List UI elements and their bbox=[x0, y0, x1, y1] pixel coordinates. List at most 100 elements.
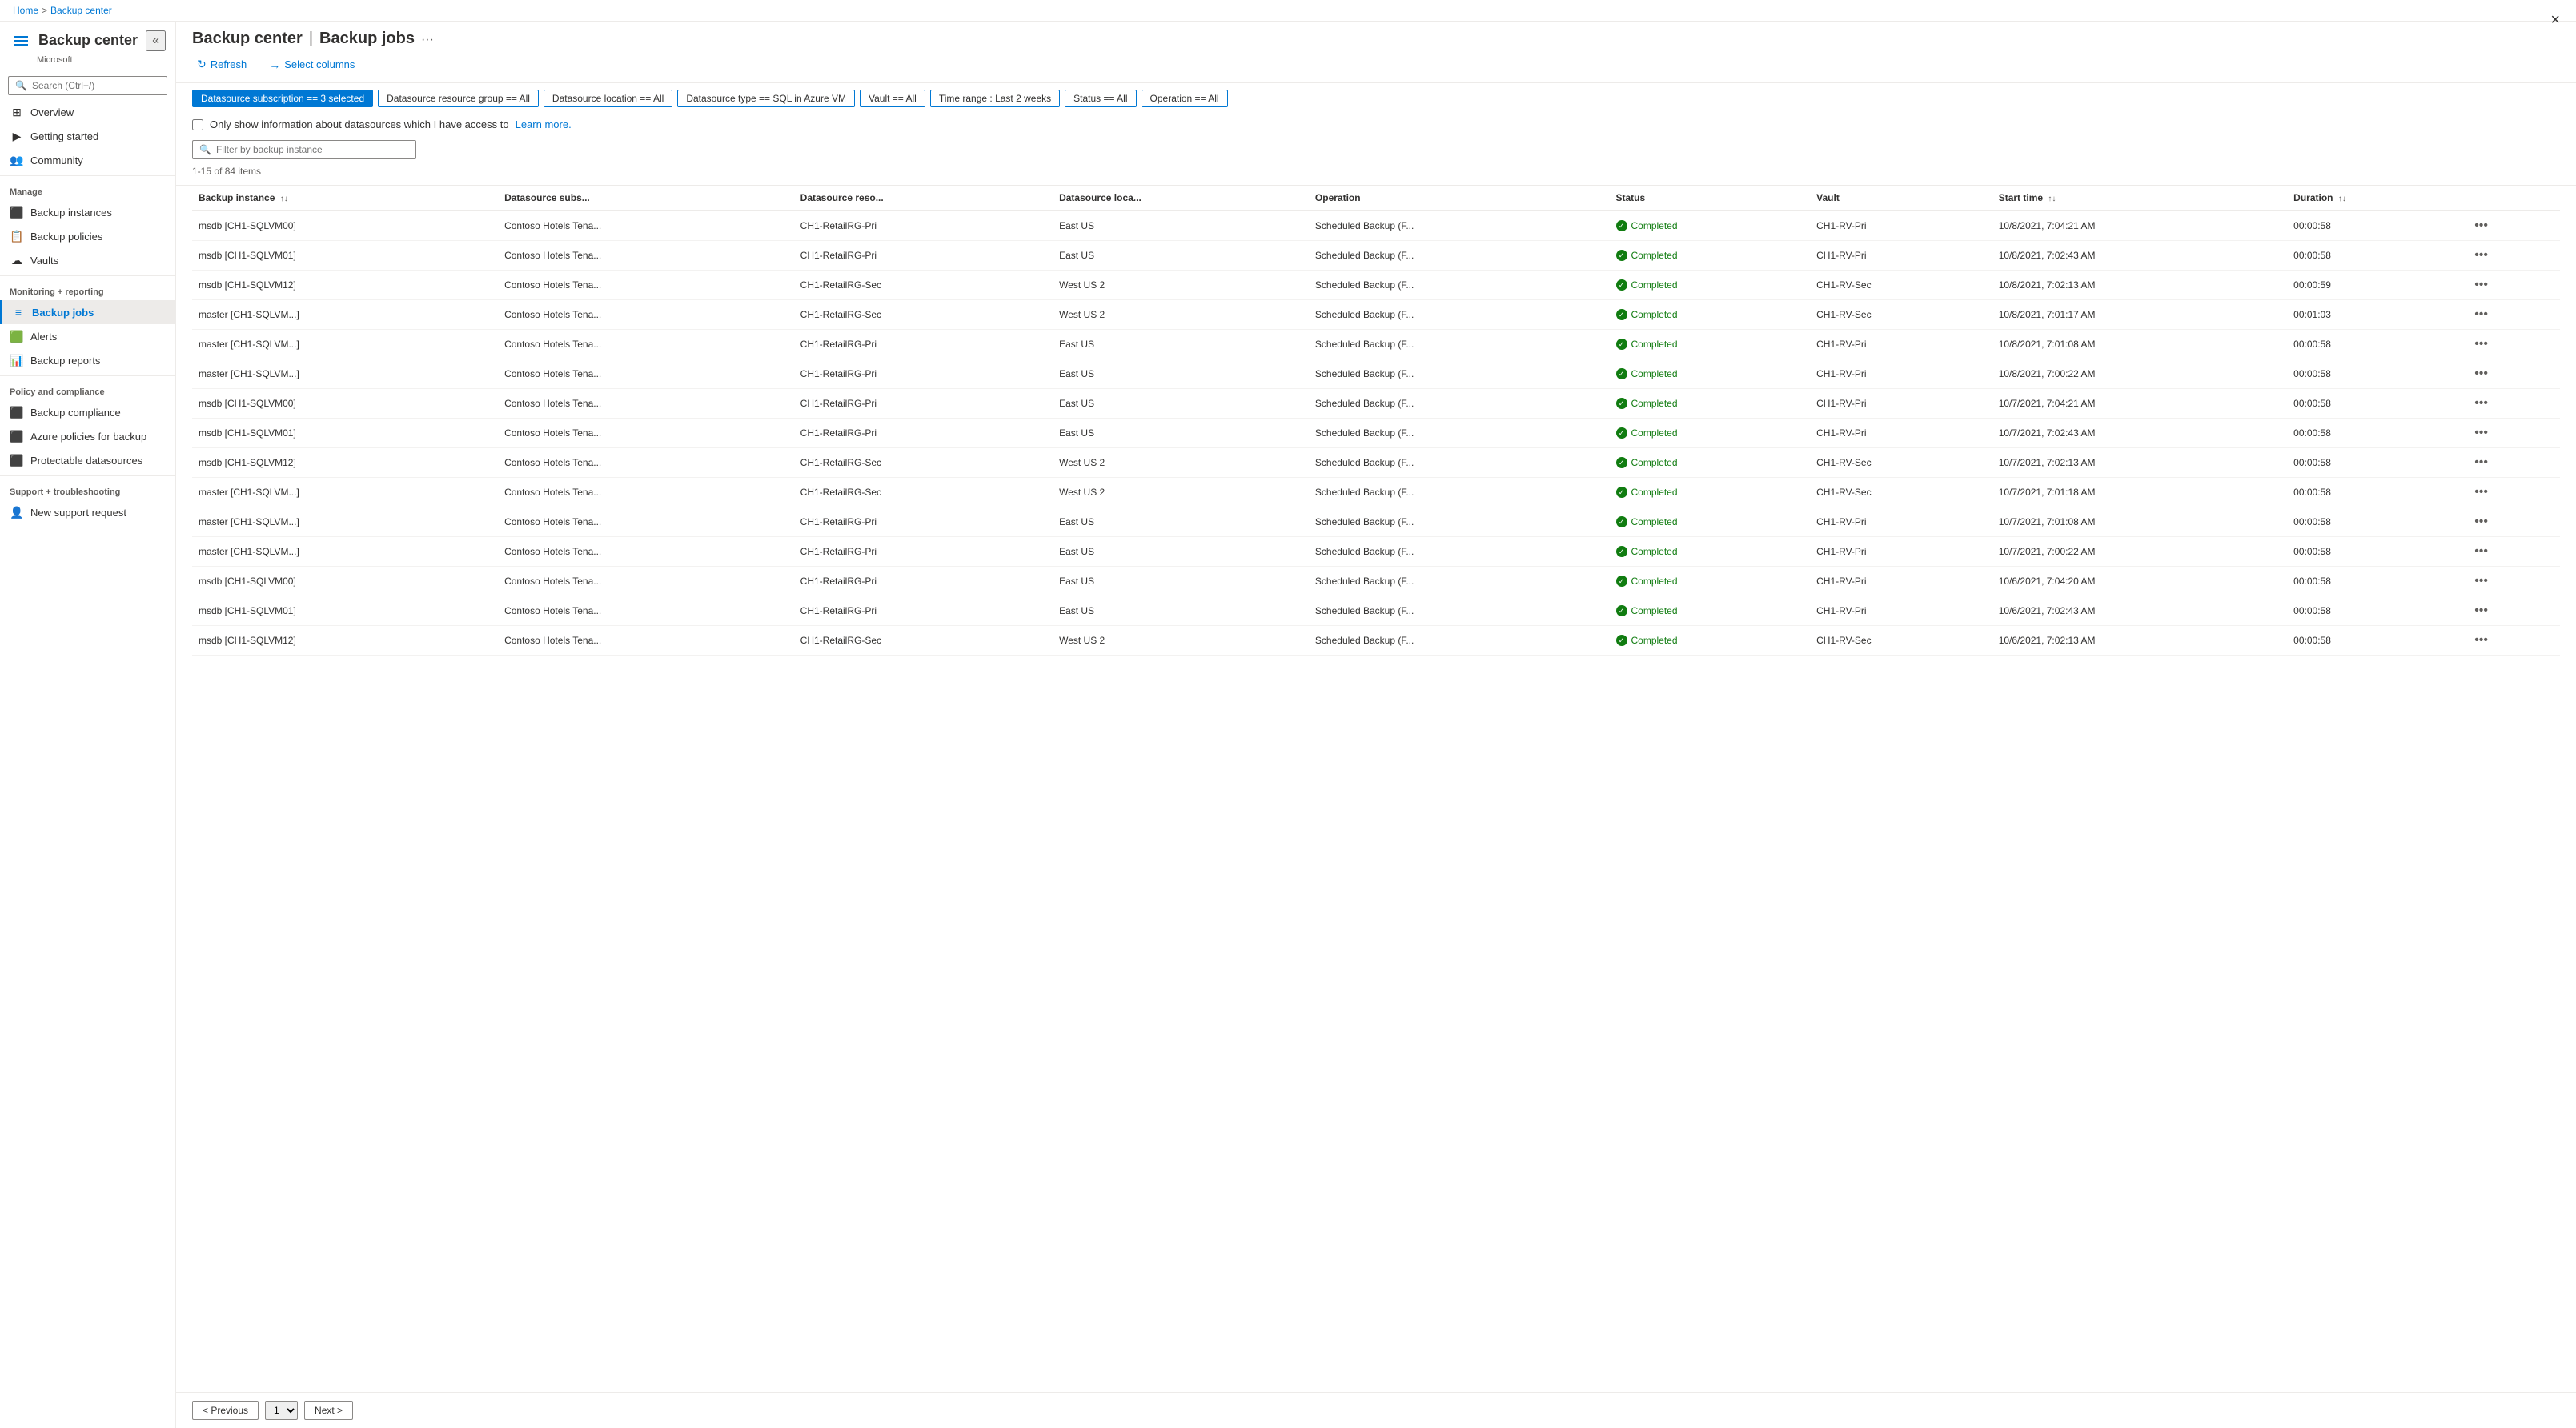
filter-pill-datasource-location[interactable]: Datasource location == All bbox=[544, 90, 672, 107]
backup-instance-cell: master [CH1-SQLVM...] bbox=[192, 359, 498, 389]
sidebar-item-getting-started[interactable]: ▶ Getting started bbox=[0, 124, 175, 148]
previous-page-button[interactable]: < Previous bbox=[192, 1401, 259, 1420]
row-more-button[interactable]: ••• bbox=[2470, 543, 2493, 560]
actions-cell[interactable]: ••• bbox=[2463, 478, 2560, 507]
table-row[interactable]: msdb [CH1-SQLVM12]Contoso Hotels Tena...… bbox=[192, 271, 2560, 300]
table-row[interactable]: msdb [CH1-SQLVM00]Contoso Hotels Tena...… bbox=[192, 389, 2560, 419]
row-more-button[interactable]: ••• bbox=[2470, 217, 2493, 235]
actions-cell[interactable]: ••• bbox=[2463, 241, 2560, 271]
backup-instance-search-input[interactable] bbox=[216, 144, 409, 155]
next-page-button[interactable]: Next > bbox=[304, 1401, 353, 1420]
breadcrumb-home[interactable]: Home bbox=[13, 5, 38, 16]
sidebar-item-backup-jobs[interactable]: ≡ Backup jobs bbox=[0, 300, 175, 324]
row-more-button[interactable]: ••• bbox=[2470, 632, 2493, 649]
row-more-button[interactable]: ••• bbox=[2470, 602, 2493, 620]
table-row[interactable]: msdb [CH1-SQLVM01]Contoso Hotels Tena...… bbox=[192, 241, 2560, 271]
learn-more-link[interactable]: Learn more. bbox=[516, 118, 572, 130]
row-more-button[interactable]: ••• bbox=[2470, 424, 2493, 442]
filter-pill-datasource-resource-group[interactable]: Datasource resource group == All bbox=[378, 90, 539, 107]
row-more-button[interactable]: ••• bbox=[2470, 572, 2493, 590]
row-more-button[interactable]: ••• bbox=[2470, 395, 2493, 412]
sidebar-item-backup-reports[interactable]: 📊 Backup reports bbox=[0, 348, 175, 372]
row-more-button[interactable]: ••• bbox=[2470, 247, 2493, 264]
filter-pill-status[interactable]: Status == All bbox=[1065, 90, 1136, 107]
table-row[interactable]: msdb [CH1-SQLVM12]Contoso Hotels Tena...… bbox=[192, 626, 2560, 656]
status-badge: ✓Completed bbox=[1616, 605, 1804, 616]
sidebar-item-new-support-request[interactable]: 👤 New support request bbox=[0, 500, 175, 524]
actions-cell[interactable]: ••• bbox=[2463, 567, 2560, 596]
row-more-button[interactable]: ••• bbox=[2470, 483, 2493, 501]
actions-cell[interactable]: ••• bbox=[2463, 419, 2560, 448]
sidebar-item-community[interactable]: 👥 Community bbox=[0, 148, 175, 172]
search-icon: 🔍 bbox=[199, 144, 211, 155]
vault-cell: CH1-RV-Sec bbox=[1810, 478, 1992, 507]
new-support-request-icon: 👤 bbox=[10, 505, 24, 519]
table-row[interactable]: msdb [CH1-SQLVM01]Contoso Hotels Tena...… bbox=[192, 419, 2560, 448]
table-row[interactable]: master [CH1-SQLVM...]Contoso Hotels Tena… bbox=[192, 537, 2560, 567]
actions-cell[interactable]: ••• bbox=[2463, 507, 2560, 537]
duration-cell: 00:00:58 bbox=[2287, 596, 2463, 626]
row-more-button[interactable]: ••• bbox=[2470, 513, 2493, 531]
ellipsis-button[interactable]: ··· bbox=[421, 33, 434, 47]
filter-pill-vault[interactable]: Vault == All bbox=[860, 90, 925, 107]
filter-pill-datasource-subscription[interactable]: Datasource subscription == 3 selected bbox=[192, 90, 373, 107]
table-row[interactable]: master [CH1-SQLVM...]Contoso Hotels Tena… bbox=[192, 478, 2560, 507]
actions-cell[interactable]: ••• bbox=[2463, 330, 2560, 359]
col-header-backup-instance[interactable]: Backup instance ↑↓ bbox=[192, 186, 498, 211]
filter-pill-datasource-type[interactable]: Datasource type == SQL in Azure VM bbox=[677, 90, 855, 107]
actions-cell[interactable]: ••• bbox=[2463, 389, 2560, 419]
refresh-button[interactable]: ↻ Refresh bbox=[192, 54, 251, 74]
access-checkbox[interactable] bbox=[192, 119, 203, 130]
sidebar-collapse-button[interactable]: « bbox=[146, 30, 166, 51]
table-row[interactable]: msdb [CH1-SQLVM00]Contoso Hotels Tena...… bbox=[192, 567, 2560, 596]
actions-cell[interactable]: ••• bbox=[2463, 271, 2560, 300]
sidebar-item-protectable-datasources[interactable]: ⬛ Protectable datasources bbox=[0, 448, 175, 472]
select-columns-button[interactable]: → Select columns bbox=[264, 55, 359, 74]
page-select[interactable]: 123456 bbox=[265, 1401, 298, 1420]
sidebar-search-box[interactable]: 🔍 bbox=[8, 76, 167, 95]
datasource-subs-cell: Contoso Hotels Tena... bbox=[498, 537, 794, 567]
sidebar-item-azure-policies[interactable]: ⬛ Azure policies for backup bbox=[0, 424, 175, 448]
sidebar-item-overview[interactable]: ⊞ Overview bbox=[0, 100, 175, 124]
close-button[interactable]: × bbox=[2550, 11, 2560, 30]
actions-cell[interactable]: ••• bbox=[2463, 448, 2560, 478]
actions-cell[interactable]: ••• bbox=[2463, 359, 2560, 389]
actions-cell[interactable]: ••• bbox=[2463, 300, 2560, 330]
sidebar-item-alerts[interactable]: 🟩 Alerts bbox=[0, 324, 175, 348]
backup-instance-search[interactable]: 🔍 bbox=[192, 140, 416, 159]
sidebar-item-backup-compliance[interactable]: ⬛ Backup compliance bbox=[0, 400, 175, 424]
start-time-cell: 10/7/2021, 7:00:22 AM bbox=[1992, 537, 2287, 567]
row-more-button[interactable]: ••• bbox=[2470, 276, 2493, 294]
row-more-button[interactable]: ••• bbox=[2470, 365, 2493, 383]
col-header-start-time[interactable]: Start time ↑↓ bbox=[1992, 186, 2287, 211]
table-row[interactable]: msdb [CH1-SQLVM00]Contoso Hotels Tena...… bbox=[192, 211, 2560, 241]
breadcrumb-current[interactable]: Backup center bbox=[50, 5, 112, 16]
status-badge: ✓Completed bbox=[1616, 457, 1804, 468]
table-row[interactable]: master [CH1-SQLVM...]Contoso Hotels Tena… bbox=[192, 300, 2560, 330]
datasource-subs-cell: Contoso Hotels Tena... bbox=[498, 448, 794, 478]
table-row[interactable]: msdb [CH1-SQLVM12]Contoso Hotels Tena...… bbox=[192, 448, 2560, 478]
table-row[interactable]: master [CH1-SQLVM...]Contoso Hotels Tena… bbox=[192, 507, 2560, 537]
table-row[interactable]: master [CH1-SQLVM...]Contoso Hotels Tena… bbox=[192, 359, 2560, 389]
row-more-button[interactable]: ••• bbox=[2470, 335, 2493, 353]
filter-pill-operation[interactable]: Operation == All bbox=[1142, 90, 1228, 107]
sidebar-item-backup-policies[interactable]: 📋 Backup policies bbox=[0, 224, 175, 248]
actions-cell[interactable]: ••• bbox=[2463, 626, 2560, 656]
actions-cell[interactable]: ••• bbox=[2463, 537, 2560, 567]
table-row[interactable]: msdb [CH1-SQLVM01]Contoso Hotels Tena...… bbox=[192, 596, 2560, 626]
row-more-button[interactable]: ••• bbox=[2470, 454, 2493, 471]
backup-instance-cell: msdb [CH1-SQLVM00] bbox=[192, 211, 498, 241]
table-row[interactable]: master [CH1-SQLVM...]Contoso Hotels Tena… bbox=[192, 330, 2560, 359]
col-header-duration[interactable]: Duration ↑↓ bbox=[2287, 186, 2463, 211]
sidebar-item-backup-instances[interactable]: ⬛ Backup instances bbox=[0, 200, 175, 224]
row-more-button[interactable]: ••• bbox=[2470, 306, 2493, 323]
actions-cell[interactable]: ••• bbox=[2463, 596, 2560, 626]
actions-cell[interactable]: ••• bbox=[2463, 211, 2560, 241]
sidebar-item-vaults[interactable]: ☁ Vaults bbox=[0, 248, 175, 272]
sidebar-search-input[interactable] bbox=[32, 80, 160, 91]
datasource-reso-cell: CH1-RetailRG-Pri bbox=[794, 596, 1053, 626]
backup-instance-cell: msdb [CH1-SQLVM00] bbox=[192, 389, 498, 419]
filter-pill-time-range[interactable]: Time range : Last 2 weeks bbox=[930, 90, 1060, 107]
start-time-cell: 10/7/2021, 7:04:21 AM bbox=[1992, 389, 2287, 419]
backup-instance-cell: msdb [CH1-SQLVM12] bbox=[192, 271, 498, 300]
